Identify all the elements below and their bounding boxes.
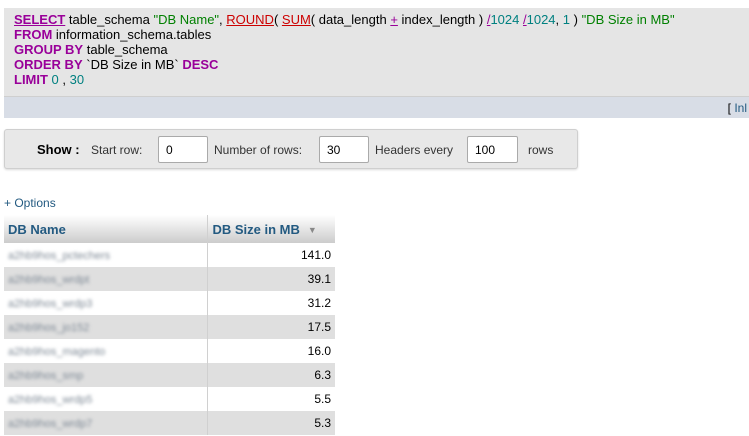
db-name-cell: a2hb9hos_smp xyxy=(4,363,209,387)
sql-token: , xyxy=(58,72,70,87)
table-row[interactable]: a2hb9hos_magento 16.0 xyxy=(4,339,335,363)
table-row[interactable]: a2hb9hos_wrdp7 5.3 xyxy=(4,411,335,435)
column-header-label[interactable]: DB Name xyxy=(8,222,66,237)
db-name-text: a2hb9hos_magento xyxy=(8,346,106,358)
column-header-db-size[interactable]: DB Size in MB ▼ xyxy=(207,215,335,243)
db-size-cell: 5.3 xyxy=(207,411,335,435)
sql-token: , xyxy=(555,12,563,27)
db-size-cell: 31.2 xyxy=(207,291,335,315)
db-size-cell: 16.0 xyxy=(207,339,335,363)
sql-number: 0 xyxy=(47,72,59,87)
column-header-db-name[interactable]: DB Name xyxy=(4,215,209,243)
table-row[interactable]: a2hb9hos_wrdpt 39.1 xyxy=(4,267,335,291)
db-size-cell: 39.1 xyxy=(207,267,335,291)
sql-token: `DB Size in MB` xyxy=(82,57,183,72)
table-row[interactable]: a2hb9hos_smp 6.3 xyxy=(4,363,335,387)
db-name-text: a2hb9hos_pctechers xyxy=(8,250,111,262)
sql-number: 30 xyxy=(69,72,85,87)
sql-token: table_schema xyxy=(65,12,154,27)
sort-desc-icon[interactable]: ▼ xyxy=(308,225,317,235)
sql-token: ) xyxy=(570,12,582,27)
sql-string: "DB Size in MB" xyxy=(581,12,675,27)
db-name-cell: a2hb9hos_pctechers xyxy=(4,243,209,267)
db-name-text: a2hb9hos_jo152 xyxy=(8,322,90,334)
inline-edit-link[interactable]: [ Inl xyxy=(728,101,747,115)
db-name-text: a2hb9hos_wrdpt xyxy=(8,274,90,286)
db-name-cell: a2hb9hos_magento xyxy=(4,339,209,363)
column-header-label[interactable]: DB Size in MB xyxy=(212,222,299,237)
sql-function-round[interactable]: ROUND xyxy=(226,12,274,27)
sql-group-by-keyword: GROUP BY xyxy=(14,42,84,57)
db-size-cell: 6.3 xyxy=(207,363,335,387)
db-name-cell: a2hb9hos_jo152 xyxy=(4,315,209,339)
options-link[interactable]: + Options xyxy=(4,196,56,210)
start-row-input[interactable] xyxy=(158,136,208,163)
headers-every-label: Headers every xyxy=(375,143,454,157)
rows-label: rows xyxy=(528,143,554,157)
sql-token: ( data_length xyxy=(310,12,391,27)
db-name-text: a2hb9hos_smp xyxy=(8,370,84,382)
db-size-cell: 17.5 xyxy=(207,315,335,339)
sql-query-box: SELECT table_schema "DB Name", ROUND( SU… xyxy=(4,8,749,118)
sql-number: 1024 xyxy=(526,12,556,27)
sql-desc-keyword: DESC xyxy=(182,57,219,72)
headers-every-input[interactable] xyxy=(467,136,518,163)
sql-limit-keyword: LIMIT xyxy=(14,72,48,87)
start-row-label: Start row: xyxy=(91,143,143,157)
sql-number: 1 xyxy=(562,12,570,27)
show-button[interactable]: Show : xyxy=(37,142,80,157)
sql-token: ( xyxy=(273,12,282,27)
sql-select-keyword[interactable]: SELECT xyxy=(14,12,65,27)
table-header-row: DB Name DB Size in MB ▼ xyxy=(4,215,335,243)
db-name-cell: a2hb9hos_wrdp7 xyxy=(4,411,209,435)
sql-order-by-keyword: ORDER BY xyxy=(14,57,83,72)
db-name-cell: a2hb9hos_wrdp5 xyxy=(4,387,209,411)
db-name-cell: a2hb9hos_wrdpt xyxy=(4,267,209,291)
sql-string: "DB Name" xyxy=(153,12,220,27)
db-size-cell: 5.5 xyxy=(207,387,335,411)
sql-from-keyword: FROM xyxy=(14,27,53,42)
table-row[interactable]: a2hb9hos_pctechers 141.0 xyxy=(4,243,335,267)
db-size-cell: 141.0 xyxy=(207,243,335,267)
result-table: DB Name DB Size in MB ▼ a2hb9hos_pctecher… xyxy=(4,215,335,435)
inline-link-label[interactable]: Inl xyxy=(734,101,747,115)
db-name-cell: a2hb9hos_wrdp3 xyxy=(4,291,209,315)
db-name-text: a2hb9hos_wrdp3 xyxy=(8,298,93,310)
sql-token: information_schema.tables xyxy=(52,27,212,42)
sql-footer-bar: [ Inl xyxy=(4,97,749,118)
sql-number: 1024 xyxy=(490,12,520,27)
sql-code: SELECT table_schema "DB Name", ROUND( SU… xyxy=(14,12,675,87)
table-row[interactable]: a2hb9hos_wrdp3 31.2 xyxy=(4,291,335,315)
number-of-rows-label: Number of rows: xyxy=(214,143,303,157)
table-row[interactable]: a2hb9hos_jo152 17.5 xyxy=(4,315,335,339)
sql-function-sum[interactable]: SUM xyxy=(282,12,311,27)
db-name-text: a2hb9hos_wrdp5 xyxy=(8,394,93,406)
sql-token: table_schema xyxy=(83,42,168,57)
sql-operator-plus[interactable]: + xyxy=(390,12,398,27)
show-rows-bar: Show : Start row: Number of rows: Header… xyxy=(4,129,578,169)
sql-token: index_length ) xyxy=(397,12,487,27)
table-row[interactable]: a2hb9hos_wrdp5 5.5 xyxy=(4,387,335,411)
number-of-rows-input[interactable] xyxy=(319,136,369,163)
db-name-text: a2hb9hos_wrdp7 xyxy=(8,418,93,430)
